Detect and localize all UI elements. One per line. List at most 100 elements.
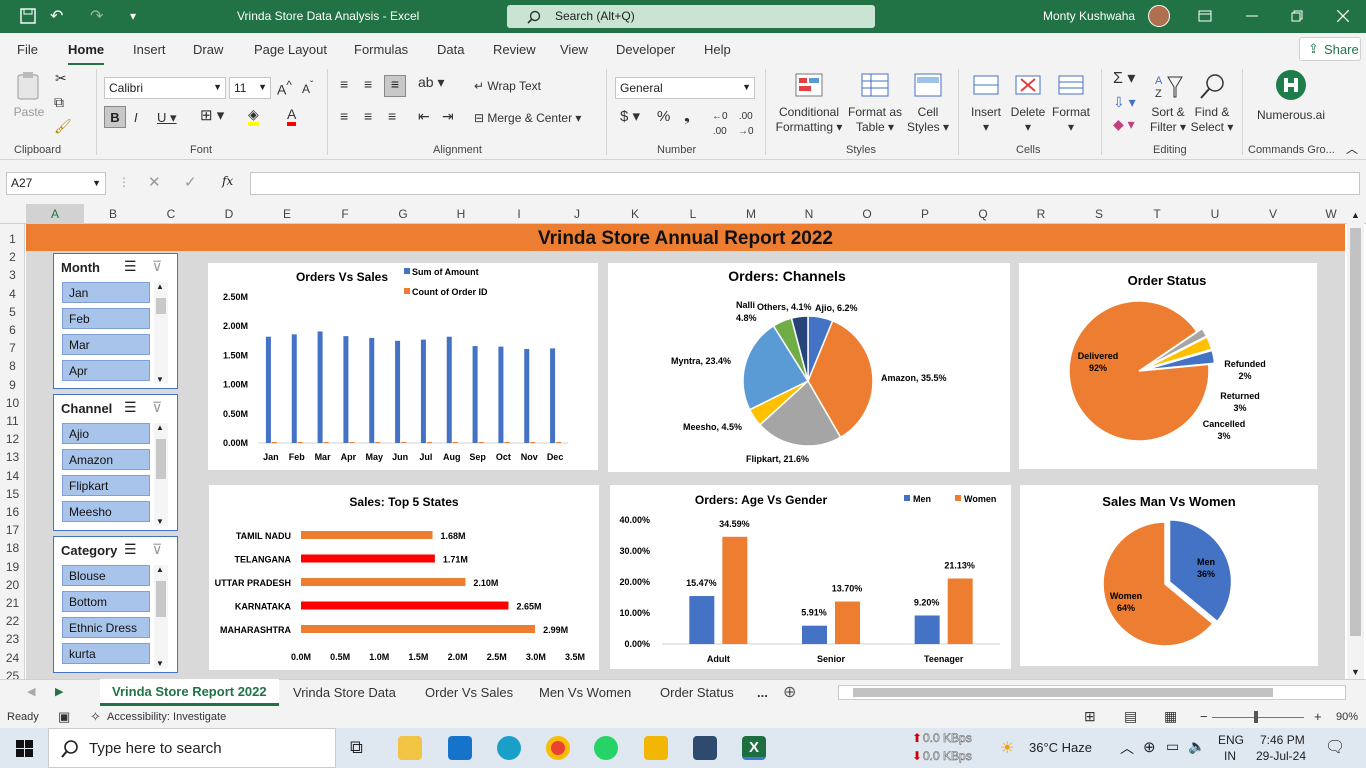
row-header[interactable]: 9 — [0, 378, 25, 392]
accessibility-icon[interactable]: ✧ — [90, 709, 101, 725]
task-view-icon[interactable]: ⧉ — [350, 737, 363, 758]
sheet-tab[interactable]: Men Vs Women — [539, 685, 631, 700]
minimize-icon[interactable] — [1246, 15, 1258, 17]
insert-cells-button[interactable]: Insert ▾ — [966, 71, 1006, 135]
zoom-slider[interactable] — [1212, 717, 1304, 718]
tab-developer[interactable]: Developer — [616, 42, 675, 57]
sort-filter-button[interactable]: AZ Sort & Filter ▾ — [1146, 71, 1190, 135]
slicer-item[interactable]: Jan — [62, 282, 150, 303]
tab-review[interactable]: Review — [493, 42, 536, 57]
paste-button[interactable]: Paste — [12, 71, 46, 120]
merge-center-button[interactable]: ⊟ Merge & Center ▾ — [474, 111, 581, 126]
comma-icon[interactable]: ❟ — [684, 109, 690, 124]
row-header[interactable]: 2 — [0, 250, 25, 264]
excel-icon[interactable]: X — [742, 736, 766, 760]
normal-view-icon[interactable]: ⊞ — [1084, 708, 1096, 725]
tab-file[interactable]: File — [17, 42, 38, 57]
fill-color-icon[interactable]: ◈ — [248, 107, 259, 126]
taskbar-search[interactable]: Type here to search — [48, 728, 336, 768]
horizontal-scrollbar[interactable] — [838, 685, 1346, 700]
underline-button[interactable]: U ▾ — [157, 110, 177, 125]
tab-prev-icon[interactable]: ◀ — [27, 685, 35, 698]
column-header[interactable]: A — [26, 204, 84, 224]
battery-icon[interactable]: ▭ — [1166, 738, 1179, 755]
row-header[interactable]: 20 — [0, 578, 25, 592]
zoom-out-icon[interactable]: − — [1200, 709, 1208, 724]
row-header[interactable]: 18 — [0, 541, 25, 555]
app-icon[interactable] — [693, 736, 717, 760]
numerous-ai-button[interactable]: Numerous.ai — [1254, 69, 1328, 123]
cancel-icon[interactable]: ✕ — [148, 173, 161, 191]
sheet-tab[interactable]: Order Vs Sales — [425, 685, 513, 700]
clear-icon[interactable]: ◆ ▾ — [1113, 117, 1135, 132]
row-header[interactable]: 10 — [0, 396, 25, 410]
volume-icon[interactable]: 🔈 — [1188, 738, 1205, 755]
tab-home[interactable]: Home — [68, 42, 105, 66]
align-middle-icon[interactable]: ≡ — [364, 77, 372, 92]
zoom-in-icon[interactable]: + — [1314, 709, 1322, 724]
column-header[interactable]: O — [838, 207, 896, 221]
page-break-icon[interactable]: ▦ — [1164, 708, 1177, 725]
slicer-item[interactable]: Ethnic Dress — [62, 617, 150, 638]
row-header[interactable]: 23 — [0, 632, 25, 646]
column-header[interactable]: F — [316, 207, 374, 221]
column-header[interactable]: H — [432, 207, 490, 221]
ribbon-display-icon[interactable] — [1198, 10, 1212, 22]
column-header[interactable]: M — [722, 207, 780, 221]
tab-page-layout[interactable]: Page Layout — [254, 42, 327, 57]
zoom-level[interactable]: 90% — [1336, 711, 1358, 723]
scroll-down-icon[interactable]: ▼ — [1351, 667, 1360, 677]
shrink-font-icon[interactable]: Aˇ — [302, 78, 313, 97]
add-sheet-icon[interactable]: ⊕ — [783, 682, 796, 702]
row-header[interactable]: 22 — [0, 614, 25, 628]
slicer-item[interactable]: kurta — [62, 643, 150, 664]
cell-styles-button[interactable]: Cell Styles ▾ — [903, 71, 953, 135]
slicer-item[interactable]: Amazon — [62, 449, 150, 470]
row-header[interactable]: 15 — [0, 487, 25, 501]
column-header[interactable]: V — [1244, 207, 1302, 221]
slicer-item[interactable]: Flipkart — [62, 475, 150, 496]
column-header[interactable]: J — [548, 207, 606, 221]
clear-filter-icon[interactable]: ⊽ — [152, 541, 162, 558]
weather-icon[interactable]: ☀ — [1000, 738, 1014, 758]
collapse-ribbon-icon[interactable]: ︿ — [1346, 140, 1358, 157]
row-header[interactable]: 1 — [0, 232, 25, 246]
slicer-item[interactable]: Bottom — [62, 591, 150, 612]
column-header[interactable]: K — [606, 207, 664, 221]
row-header[interactable]: 17 — [0, 523, 25, 537]
format-painter-icon[interactable]: 🖌 — [54, 119, 72, 134]
italic-button[interactable]: I — [134, 110, 138, 125]
chart-orders-channels[interactable]: Orders: Channels Ajio, 6.2% Amazon, 35.5% F… — [608, 263, 1010, 472]
zoom-slider-thumb[interactable] — [1254, 711, 1258, 723]
tab-data[interactable]: Data — [437, 42, 464, 57]
column-header[interactable]: L — [664, 207, 722, 221]
copy-icon[interactable]: ⧉ — [54, 95, 64, 110]
scroll-thumb[interactable] — [1350, 228, 1361, 636]
insert-function-icon[interactable]: fx — [222, 174, 233, 188]
column-header[interactable]: B — [84, 207, 142, 221]
chart-orders-vs-sales[interactable]: Orders Vs Sales Sum of Amount Count of Ord… — [208, 263, 598, 470]
find-select-button[interactable]: Find & Select ▾ — [1190, 71, 1234, 135]
align-bottom-icon[interactable]: ≡ — [384, 75, 406, 97]
column-header[interactable]: D — [200, 207, 258, 221]
slicer-month[interactable]: Month ☰ ⊽ Jan Feb Mar Apr ▲ ▼ — [53, 253, 178, 389]
slicer-item[interactable]: Blouse — [62, 565, 150, 586]
slicer-item[interactable]: Ajio — [62, 423, 150, 444]
row-header[interactable]: 16 — [0, 505, 25, 519]
row-header[interactable]: 24 — [0, 651, 25, 665]
tab-insert[interactable]: Insert — [133, 42, 166, 57]
undo-icon[interactable]: ↶ — [50, 6, 63, 26]
name-box[interactable]: A27 ▼ — [6, 172, 106, 195]
column-header[interactable]: Q — [954, 207, 1012, 221]
orientation-icon[interactable]: ab ▾ — [418, 75, 445, 90]
network-icon[interactable]: ⊕ — [1143, 738, 1156, 756]
power-bi-icon[interactable] — [644, 736, 668, 760]
row-header[interactable]: 6 — [0, 323, 25, 337]
autosum-icon[interactable]: Σ ▾ — [1113, 71, 1135, 87]
tab-next-icon[interactable]: ▶ — [55, 685, 63, 698]
column-header[interactable]: I — [490, 207, 548, 221]
customize-qat-icon[interactable]: ▾ — [130, 9, 136, 23]
align-left-icon[interactable]: ≡ — [340, 109, 348, 124]
fill-icon[interactable]: ⇩ ▾ — [1113, 95, 1136, 110]
slicer-item[interactable]: Feb — [62, 308, 150, 329]
